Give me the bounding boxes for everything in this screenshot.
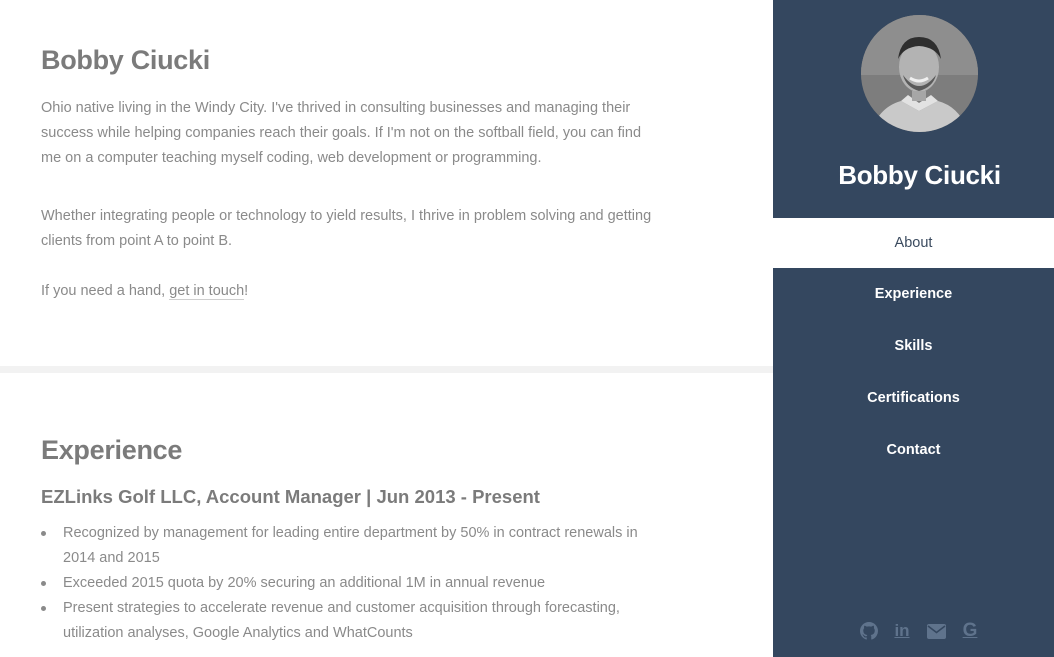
contact-prompt-text: If you need a hand, bbox=[41, 283, 170, 299]
nav-item-certifications[interactable]: Certifications bbox=[773, 372, 1054, 424]
github-icon-glyph bbox=[860, 622, 878, 640]
contact-prompt-suffix: ! bbox=[244, 283, 249, 299]
sidebar-nav: About Experience Skills Certifications C… bbox=[773, 218, 1054, 476]
nav-item-experience[interactable]: Experience bbox=[773, 268, 1054, 320]
job-title: EZLinks Golf LLC, Account Manager | Jun … bbox=[41, 486, 540, 507]
envelope-glyph bbox=[926, 623, 946, 639]
email-icon[interactable] bbox=[925, 620, 947, 642]
about-title: Bobby Ciucki bbox=[41, 45, 210, 75]
experience-section: Experience EZLinks Golf LLC, Account Man… bbox=[0, 373, 773, 657]
nav-item-contact[interactable]: Contact bbox=[773, 424, 1054, 476]
job-bullet: Exceeded 2015 quota by 20% securing an a… bbox=[41, 571, 641, 596]
linkedin-icon[interactable]: in bbox=[891, 620, 913, 642]
nav-item-skills[interactable]: Skills bbox=[773, 320, 1054, 372]
job-bullet: Present strategies to accelerate revenue… bbox=[41, 596, 641, 646]
get-in-touch-link[interactable]: get in touch bbox=[169, 283, 245, 300]
sidebar-name: Bobby Ciucki bbox=[838, 160, 1001, 190]
social-links: in G bbox=[858, 620, 988, 642]
section-divider bbox=[0, 366, 773, 373]
about-paragraph-2: Whether integrating people or technology… bbox=[41, 208, 652, 249]
job-bullet: Recognized by management for leading ent… bbox=[41, 521, 641, 571]
experience-title: Experience bbox=[41, 435, 183, 465]
main-content: Bobby Ciucki Ohio native living in the W… bbox=[0, 0, 773, 657]
google-icon[interactable]: G bbox=[959, 620, 981, 642]
avatar bbox=[861, 15, 978, 132]
about-paragraph-3: If you need a hand, get in touch! bbox=[41, 279, 661, 304]
google-glyph: G bbox=[962, 620, 978, 641]
job-bullet-list: Recognized by management for leading ent… bbox=[41, 521, 641, 646]
github-icon[interactable] bbox=[858, 620, 880, 642]
about-paragraph-1: Ohio native living in the Windy City. I'… bbox=[41, 100, 642, 166]
about-section: Bobby Ciucki Ohio native living in the W… bbox=[0, 0, 773, 366]
nav-item-about[interactable]: About bbox=[773, 218, 1054, 268]
profile-photo bbox=[861, 15, 978, 132]
sidebar: Bobby Ciucki About Experience Skills Cer… bbox=[773, 0, 1054, 657]
linkedin-glyph: in bbox=[894, 621, 910, 640]
